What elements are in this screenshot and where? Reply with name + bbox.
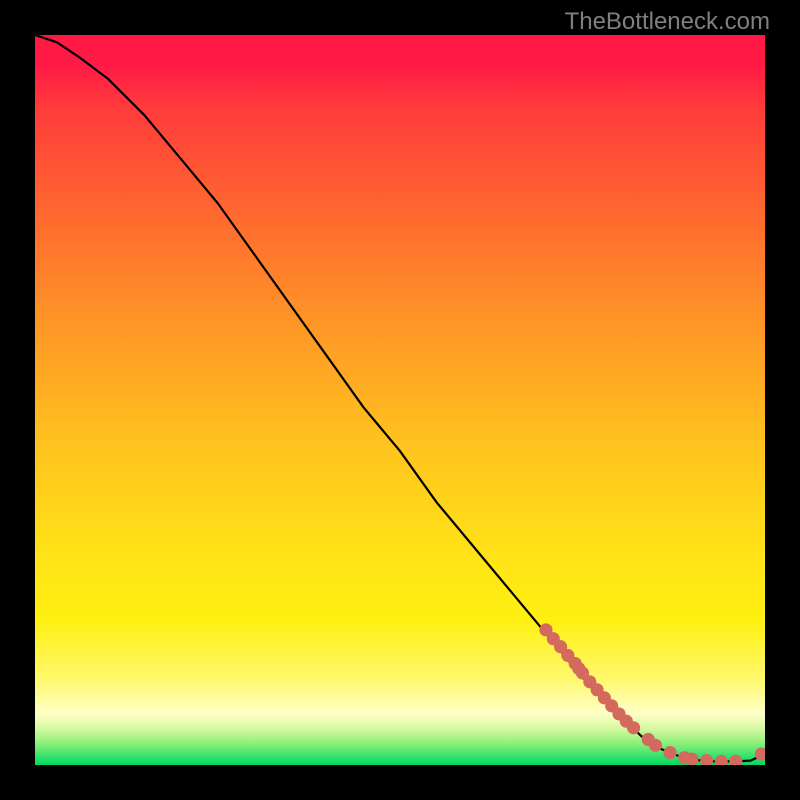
bottleneck-curve <box>35 35 765 761</box>
data-point <box>700 754 713 765</box>
chart-container: TheBottleneck.com <box>0 0 800 800</box>
data-point <box>729 755 742 765</box>
data-point <box>649 739 662 752</box>
plot-area <box>35 35 765 765</box>
data-point <box>664 746 677 759</box>
chart-svg <box>35 35 765 765</box>
attribution-text: TheBottleneck.com <box>565 8 770 36</box>
data-point <box>627 721 640 734</box>
data-points <box>539 623 765 765</box>
data-point <box>715 755 728 765</box>
